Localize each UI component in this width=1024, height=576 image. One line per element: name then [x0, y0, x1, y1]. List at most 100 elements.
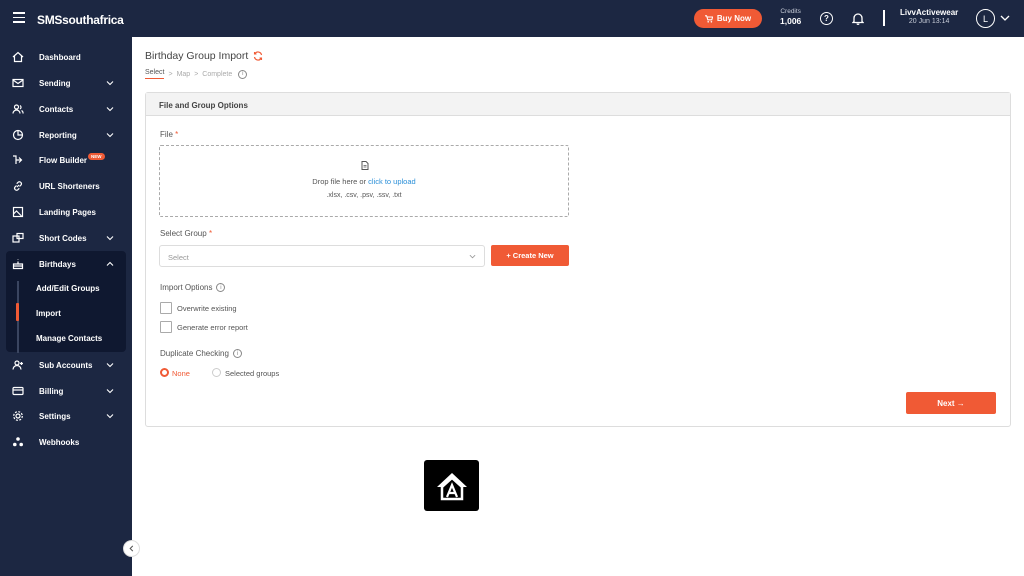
step-select[interactable]: Select: [145, 69, 165, 79]
sidebar-item-label: Webhooks: [39, 437, 80, 447]
chevron-down-icon: [106, 414, 114, 419]
sidebar-collapse-button[interactable]: [123, 540, 140, 557]
report-icon: [12, 129, 24, 141]
sidebar-item-sending[interactable]: Sending: [0, 72, 132, 94]
credits-display: Credits 1,006: [780, 8, 801, 26]
sidebar-item-label: Contacts: [39, 104, 74, 114]
sidebar-subitem-add-edit-groups[interactable]: Add/Edit Groups: [36, 284, 100, 293]
info-icon[interactable]: i: [216, 283, 226, 293]
sidebar: Dashboard Sending Contacts Reporting Flo…: [0, 37, 132, 576]
sidebar-item-label: Flow Builder: [39, 155, 87, 165]
step-separator: >: [194, 70, 199, 78]
drop-text-prefix: Drop file here or: [312, 177, 369, 186]
sidebar-item-sub-accounts[interactable]: Sub Accounts: [0, 354, 132, 376]
next-button[interactable]: Next →: [906, 392, 996, 414]
sidebar-item-label: Dashboard: [39, 52, 81, 62]
user-name: LivvActivewear: [900, 8, 959, 17]
sidebar-item-label: Sub Accounts: [39, 360, 93, 370]
webhooks-icon: [13, 437, 23, 447]
radio-selected-groups-label: Selected groups: [225, 369, 280, 378]
chevron-down-icon: [469, 254, 476, 259]
step-separator: >: [168, 70, 173, 78]
active-indicator: [16, 303, 19, 321]
required-mark: *: [175, 130, 179, 139]
sidebar-item-landing-pages[interactable]: Landing Pages: [0, 201, 132, 223]
sidebar-subitem-manage-contacts[interactable]: Manage Contacts: [36, 334, 102, 343]
info-icon[interactable]: i: [232, 349, 242, 359]
file-label-text: File: [160, 130, 173, 139]
select-group-label: Select Group *: [160, 229, 212, 238]
chevron-down-icon: [106, 389, 114, 394]
header-divider: [883, 10, 885, 26]
user-menu[interactable]: LivvActivewear 20 Jun 13:14: [900, 8, 958, 27]
settings-icon: [13, 411, 23, 421]
chevron-left-icon: [129, 545, 134, 552]
refresh-icon[interactable]: [253, 51, 263, 61]
radio-selected-groups[interactable]: [212, 368, 221, 377]
chevron-down-icon: [106, 107, 114, 112]
file-icon: [361, 161, 369, 170]
sidebar-item-dashboard[interactable]: Dashboard: [0, 46, 132, 68]
create-new-button[interactable]: + Create New: [491, 245, 569, 266]
info-icon[interactable]: i: [238, 69, 248, 79]
chevron-up-icon: [106, 261, 114, 266]
sidebar-item-label: Reporting: [39, 130, 77, 140]
import-options-label: Import Options i: [160, 283, 226, 293]
credits-label: Credits: [780, 8, 801, 15]
sidebar-item-label: Short Codes: [39, 233, 87, 243]
card-header: File and Group Options: [146, 93, 1010, 116]
sidebar-item-contacts[interactable]: Contacts: [0, 98, 132, 120]
sidebar-item-url-shorteners[interactable]: URL Shorteners: [0, 175, 132, 197]
overwrite-existing-checkbox[interactable]: [160, 302, 172, 314]
chevron-down-icon[interactable]: [1000, 13, 1010, 23]
duplicate-checking-text: Duplicate Checking: [160, 349, 229, 358]
radio-none[interactable]: [160, 368, 169, 377]
sidebar-item-webhooks[interactable]: Webhooks: [0, 431, 132, 453]
sidebar-subitem-import[interactable]: Import: [36, 309, 61, 318]
required-mark: *: [208, 229, 213, 238]
file-label: File *: [160, 130, 178, 139]
short-code-icon: [12, 232, 24, 243]
sidebar-item-birthdays[interactable]: Birthdays: [0, 253, 132, 275]
step-complete: Complete: [202, 70, 233, 78]
import-options-text: Import Options: [160, 283, 213, 292]
buy-now-button[interactable]: Buy Now: [694, 9, 762, 28]
file-dropzone[interactable]: Drop file here or click to upload .xlsx,…: [159, 145, 569, 217]
billing-icon: [12, 386, 24, 396]
hamburger-menu-icon[interactable]: [13, 12, 25, 24]
sidebar-item-billing[interactable]: Billing: [0, 380, 132, 402]
chevron-down-icon: [106, 363, 114, 368]
step-map: Map: [176, 70, 191, 78]
sidebar-item-label: Landing Pages: [39, 207, 96, 217]
sidebar-item-reporting[interactable]: Reporting: [0, 124, 132, 146]
select-group-label-text: Select Group: [160, 229, 207, 238]
sidebar-item-label: Sending: [39, 78, 71, 88]
page-title-text: Birthday Group Import: [145, 50, 249, 62]
sidebar-item-flow-builder[interactable]: Flow Builder: [0, 149, 132, 171]
house-logo-icon: [436, 472, 467, 500]
flow-icon: [13, 155, 23, 164]
chevron-down-icon: [106, 81, 114, 86]
birthday-icon: [12, 259, 24, 270]
avatar[interactable]: L: [976, 9, 995, 28]
credits-value: 1,006: [780, 15, 802, 26]
click-to-upload-link[interactable]: click to upload: [368, 177, 416, 186]
bell-icon[interactable]: [852, 12, 864, 25]
select-placeholder: Select: [168, 253, 189, 262]
accepted-formats: .xlsx, .csv, .psv, .ssv, .txt: [326, 192, 402, 199]
mail-icon: [12, 78, 24, 88]
help-icon[interactable]: ?: [820, 12, 833, 25]
radio-none-label: None: [172, 369, 190, 378]
chevron-down-icon: [106, 236, 114, 241]
home-icon: [12, 51, 24, 63]
sidebar-item-short-codes[interactable]: Short Codes: [0, 227, 132, 249]
overlay-logo: [424, 460, 479, 511]
brand-logo[interactable]: SMSsouthafrica: [37, 13, 124, 27]
top-bar: SMSsouthafrica Buy Now Credits 1,006 ? L…: [0, 0, 1024, 37]
duplicate-checking-label: Duplicate Checking i: [160, 349, 242, 359]
generate-error-report-label: Generate error report: [177, 323, 248, 332]
landing-page-icon: [12, 206, 24, 218]
generate-error-report-checkbox[interactable]: [160, 321, 172, 333]
select-group-dropdown[interactable]: Select: [159, 245, 485, 267]
sidebar-item-settings[interactable]: Settings: [0, 405, 132, 427]
